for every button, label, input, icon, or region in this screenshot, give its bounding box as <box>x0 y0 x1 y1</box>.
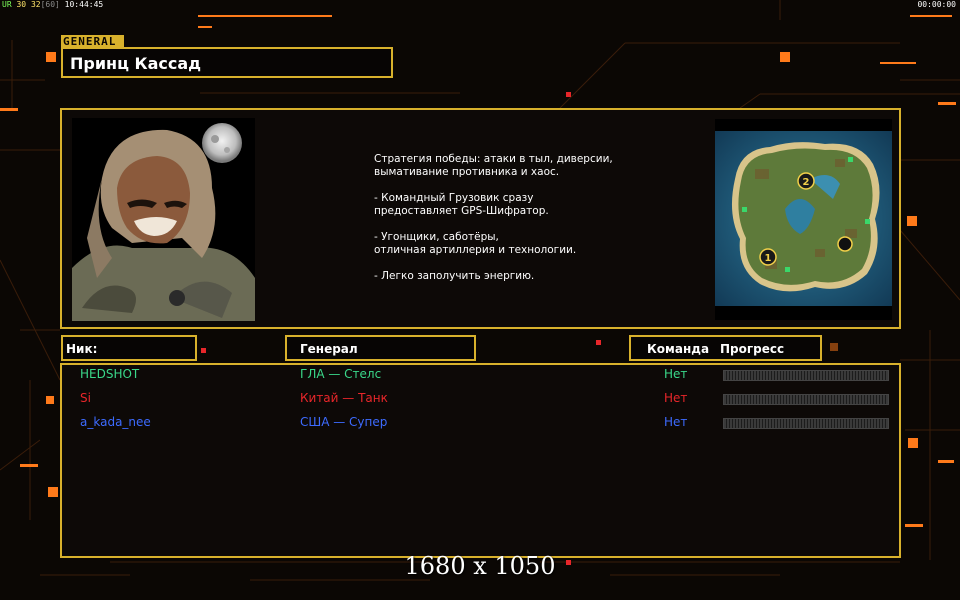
hud-stat-b: 30 <box>16 0 27 9</box>
player-nick: HEDSHOT <box>80 367 140 381</box>
general-name: Принц Кассад <box>70 54 202 73</box>
hud-stat-c: 32 <box>30 0 41 9</box>
player-team[interactable]: Нет <box>664 367 687 381</box>
player-list: HEDSHOT ГЛА — Стелс Нет Si Китай — Танк … <box>60 363 901 558</box>
header-progress-label: Прогресс <box>720 342 785 356</box>
player-general[interactable]: США — Супер <box>300 415 387 429</box>
player-team[interactable]: Нет <box>664 415 687 429</box>
player-progress-bar <box>723 394 889 405</box>
player-progress-bar <box>723 370 889 381</box>
minimap-marker-1: 1 <box>765 253 772 264</box>
header-nick-label: Ник: <box>66 342 98 356</box>
minimap-marker-2: 2 <box>803 177 810 188</box>
hud-stat-a: UR <box>2 0 12 9</box>
header-team-progress: Команда Прогресс <box>629 335 822 361</box>
player-progress-bar <box>723 418 889 429</box>
header-general-label: Генерал <box>300 342 358 356</box>
minimap[interactable]: 2 1 <box>715 119 892 320</box>
player-general[interactable]: Китай — Танк <box>300 391 388 405</box>
hud-stats: UR 30 32[60] 10:44:45 <box>2 0 103 9</box>
general-title-box: Принц Кассад <box>61 47 393 78</box>
player-nick: a_kada_nee <box>80 415 151 429</box>
header-nick: Ник: <box>61 335 197 361</box>
general-portrait <box>72 118 255 321</box>
player-general[interactable]: ГЛА — Стелс <box>300 367 381 381</box>
header-team-label: Команда <box>647 342 710 356</box>
hud-clock: 10:44:45 <box>64 0 104 9</box>
player-row[interactable]: a_kada_nee США — Супер Нет <box>62 413 903 437</box>
header-general: Генерал <box>285 335 476 361</box>
player-row[interactable]: Si Китай — Танк Нет <box>62 389 903 413</box>
player-row[interactable]: HEDSHOT ГЛА — Стелс Нет <box>62 365 903 389</box>
general-description: Стратегия победы: атаки в тыл, диверсии,… <box>374 153 613 282</box>
player-team[interactable]: Нет <box>664 391 687 405</box>
hud-timer: 00:00:00 <box>917 0 956 9</box>
resolution-label: 1680 x 1050 <box>404 552 556 580</box>
hud-stat-d: [60] <box>40 0 60 9</box>
player-nick: Si <box>80 391 91 405</box>
